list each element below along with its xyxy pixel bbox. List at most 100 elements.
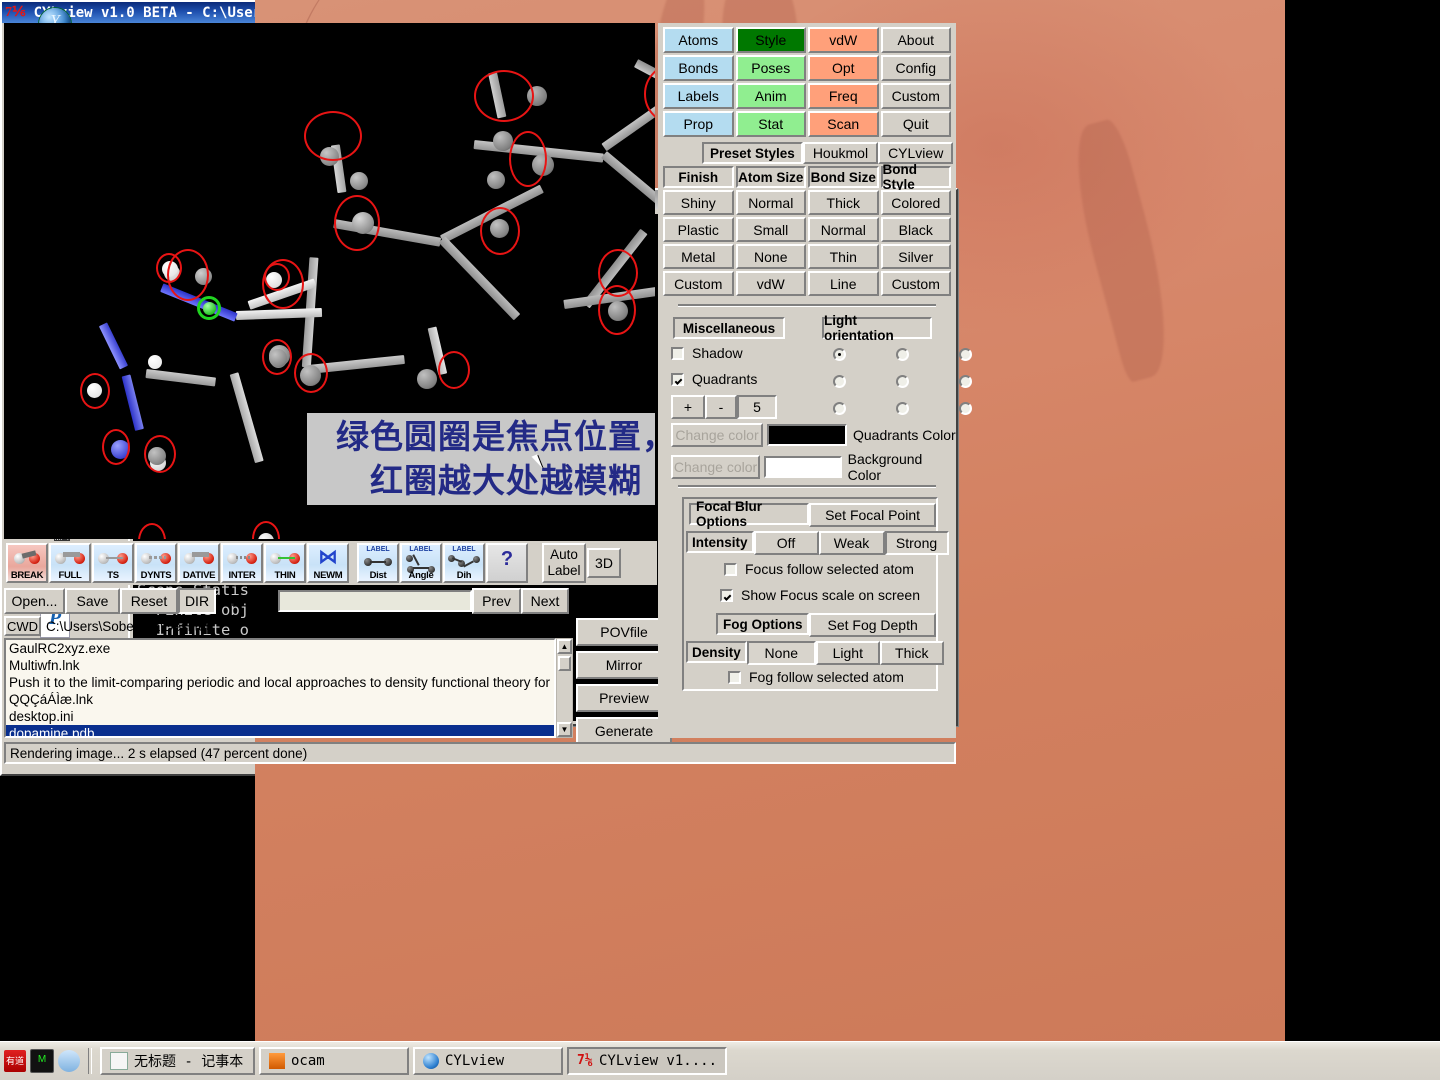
quadrant-minus-button[interactable]: - — [705, 395, 737, 419]
bondstyle-custom-button[interactable]: Custom — [880, 271, 951, 296]
auto-label-button[interactable]: Auto Label — [542, 543, 586, 583]
show-focus-scale-row[interactable]: Show Focus scale on screen — [720, 587, 920, 603]
focus-follow-checkbox[interactable] — [724, 562, 737, 576]
density-none-button[interactable]: None — [746, 641, 816, 665]
three-d-button[interactable]: 3D — [587, 548, 621, 578]
taskbar-item-notepad[interactable]: 无标题 - 记事本 — [100, 1047, 255, 1075]
shadow-checkbox[interactable] — [671, 346, 684, 360]
list-item[interactable]: GaulRC2xyz.exe — [6, 640, 554, 657]
atoms-button[interactable]: Atoms — [663, 27, 734, 53]
finish-shiny-button[interactable]: Shiny — [663, 190, 734, 215]
toolbar-newm-button[interactable]: ⋈ NEWM — [307, 543, 349, 583]
cylview-preset-button[interactable]: CYLview — [878, 142, 954, 164]
quadrant-plus-button[interactable]: + — [671, 395, 705, 419]
list-item[interactable]: QQÇáÁÌæ.lnk — [6, 691, 554, 708]
set-fog-depth-button[interactable]: Set Fog Depth — [809, 613, 936, 637]
density-light-button[interactable]: Light — [815, 641, 880, 665]
light-radio-1[interactable] — [896, 348, 909, 361]
set-focal-point-button[interactable]: Set Focal Point — [809, 503, 936, 527]
youdao-icon[interactable]: 有道 — [4, 1050, 26, 1072]
bondstyle-silver-button[interactable]: Silver — [880, 244, 951, 269]
focus-follow-row[interactable]: Focus follow selected atom — [724, 561, 914, 577]
scroll-up-arrow[interactable]: ▲ — [557, 639, 572, 654]
list-item[interactable]: Multiwfn.lnk — [6, 657, 554, 674]
toolbar-angle-label-button[interactable]: LABEL Angle — [400, 543, 442, 583]
vdw-button[interactable]: vdW — [808, 27, 879, 53]
bondsize-thick-button[interactable]: Thick — [808, 190, 879, 215]
light-radio-8[interactable] — [959, 402, 972, 415]
toolbar-full-button[interactable]: FULL — [49, 543, 91, 583]
light-radio-5[interactable] — [959, 375, 972, 388]
shadow-checkbox-row[interactable]: Shadow — [671, 345, 743, 361]
style-button[interactable]: Style — [735, 27, 806, 53]
finish-metal-button[interactable]: Metal — [663, 244, 734, 269]
quit-button[interactable]: Quit — [880, 111, 951, 137]
molecule-3d-viewport[interactable]: 绿色圆圈是焦点位置， 红圈越大处越模糊 — [4, 23, 655, 539]
opt-button[interactable]: Opt — [808, 55, 879, 81]
bondstyle-colored-button[interactable]: Colored — [880, 190, 951, 215]
toolbar-inter-button[interactable]: INTER — [221, 543, 263, 583]
file-list-scrollbar[interactable]: ▲ ▼ — [556, 638, 573, 738]
density-thick-button[interactable]: Thick — [879, 641, 944, 665]
atomsize-none-button[interactable]: None — [735, 244, 806, 269]
taskbar-item-cylview-main[interactable]: 7⅙ CYLview v1.... — [567, 1047, 728, 1075]
list-item-selected[interactable]: dopamine.pdb — [6, 725, 554, 736]
prev-button[interactable]: Prev — [472, 588, 522, 614]
custom-button[interactable]: Custom — [880, 83, 951, 109]
toolbar-measure-help-button[interactable]: ? — [486, 543, 528, 583]
toolbar-ts-button[interactable]: TS — [92, 543, 134, 583]
stat-button[interactable]: Stat — [735, 111, 806, 137]
light-radio-6[interactable] — [833, 402, 846, 415]
labels-button[interactable]: Labels — [663, 83, 734, 109]
bondsize-thin-button[interactable]: Thin — [808, 244, 879, 269]
file-list[interactable]: GaulRC2xyz.exe Multiwfn.lnk Push it to t… — [4, 638, 556, 738]
light-radio-2[interactable] — [959, 348, 972, 361]
intensity-strong-button[interactable]: Strong — [884, 531, 949, 555]
toolbar-dihedral-label-button[interactable]: LABEL Dih — [443, 543, 485, 583]
quadrants-checkbox[interactable] — [671, 372, 684, 386]
prop-button[interactable]: Prop — [663, 111, 734, 137]
dir-button[interactable]: DIR — [178, 588, 216, 614]
light-radio-3[interactable] — [833, 375, 846, 388]
light-radio-7[interactable] — [896, 402, 909, 415]
intensity-off-button[interactable]: Off — [753, 531, 819, 555]
light-radio-0[interactable] — [833, 348, 846, 361]
bondsize-normal-button[interactable]: Normal — [808, 217, 879, 242]
fog-follow-checkbox[interactable] — [728, 670, 741, 684]
save-button[interactable]: Save — [65, 588, 120, 614]
toolbar-thin-button[interactable]: THIN — [264, 543, 306, 583]
quadrants-color-swatch[interactable] — [767, 424, 847, 446]
finish-plastic-button[interactable]: Plastic — [663, 217, 734, 242]
houkmol-button[interactable]: Houkmol — [802, 142, 879, 164]
atomsize-normal-button[interactable]: Normal — [735, 190, 806, 215]
list-item[interactable]: Push it to the limit-comparing periodic … — [6, 674, 554, 691]
toolbar-dynts-button[interactable]: DYNTS — [135, 543, 177, 583]
poses-button[interactable]: Poses — [735, 55, 806, 81]
bondsize-line-button[interactable]: Line — [808, 271, 879, 296]
light-radio-4[interactable] — [896, 375, 909, 388]
about-button[interactable]: About — [880, 27, 951, 53]
bondstyle-black-button[interactable]: Black — [880, 217, 951, 242]
reset-button[interactable]: Reset — [120, 588, 178, 614]
atomsize-vdw-button[interactable]: vdW — [735, 271, 806, 296]
toolbar-break-button[interactable]: BREAK — [6, 543, 48, 583]
next-button[interactable]: Next — [521, 588, 570, 614]
finish-custom-button[interactable]: Custom — [663, 271, 734, 296]
background-change-color-button[interactable]: Change color — [671, 455, 761, 479]
open-button[interactable]: Open... — [4, 588, 65, 614]
bonds-button[interactable]: Bonds — [663, 55, 734, 81]
taskbar-item-ocam[interactable]: ocam — [259, 1047, 409, 1075]
fog-follow-row[interactable]: Fog follow selected atom — [728, 669, 904, 685]
taskbar-item-cylview-console[interactable]: CYLview — [413, 1047, 563, 1075]
toolbar-distance-label-button[interactable]: LABEL Dist — [357, 543, 399, 583]
scrollbar-thumb[interactable] — [558, 656, 571, 671]
atomsize-small-button[interactable]: Small — [735, 217, 806, 242]
scan-button[interactable]: Scan — [808, 111, 879, 137]
quadrants-checkbox-row[interactable]: Quadrants — [671, 371, 757, 387]
filemask-input[interactable] — [278, 590, 473, 612]
search-icon[interactable] — [58, 1050, 80, 1072]
toolbar-dative-button[interactable]: DATIVE — [178, 543, 220, 583]
background-color-swatch[interactable] — [764, 456, 842, 478]
freq-button[interactable]: Freq — [808, 83, 879, 109]
monitor-icon[interactable]: M — [30, 1049, 54, 1073]
